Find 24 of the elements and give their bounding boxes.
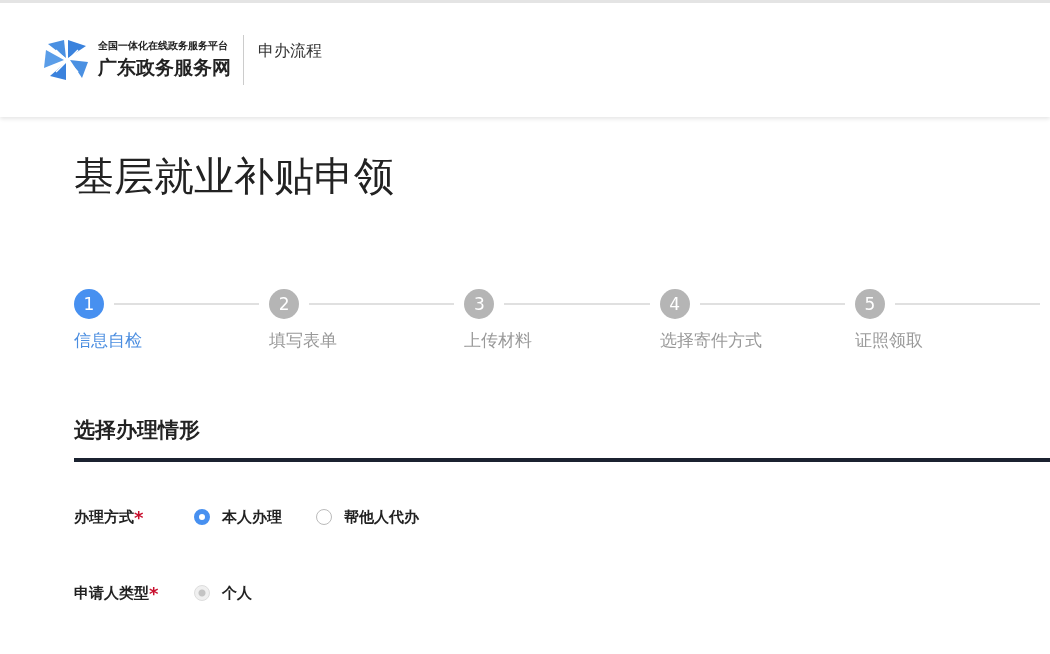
nav-label: 申办流程 [258,41,322,62]
step-number: 3 [464,289,495,319]
page-title: 基层就业补贴申领 [74,152,395,201]
radio-label[interactable]: 本人办理 [222,507,282,527]
step-label[interactable]: 信息自检 [74,329,142,352]
section-title: 选择办理情形 [74,417,201,444]
step-number: 2 [269,289,300,319]
radio-button[interactable] [316,509,332,525]
field-label: 申请人类型 [74,583,149,603]
field-label: 办理方式 [74,507,134,527]
logo-subtitle: 全国一体化在线政务服务平台 [98,39,229,53]
logo-title: 广东政务服务网 [98,55,231,80]
step-number: 5 [854,289,885,319]
step-label[interactable]: 证照领取 [854,329,923,352]
radio-button[interactable] [194,509,210,525]
radio-label[interactable]: 帮他人代办 [344,507,419,527]
step-label[interactable]: 上传材料 [464,329,533,352]
required-mark: * [134,506,144,528]
required-mark: * [149,582,159,604]
step-label[interactable]: 填写表单 [269,329,338,352]
step-number: 1 [74,289,104,319]
step-label[interactable]: 选择寄件方式 [659,329,762,352]
step-number: 4 [659,289,690,319]
pinwheel-logo-icon [44,38,90,82]
